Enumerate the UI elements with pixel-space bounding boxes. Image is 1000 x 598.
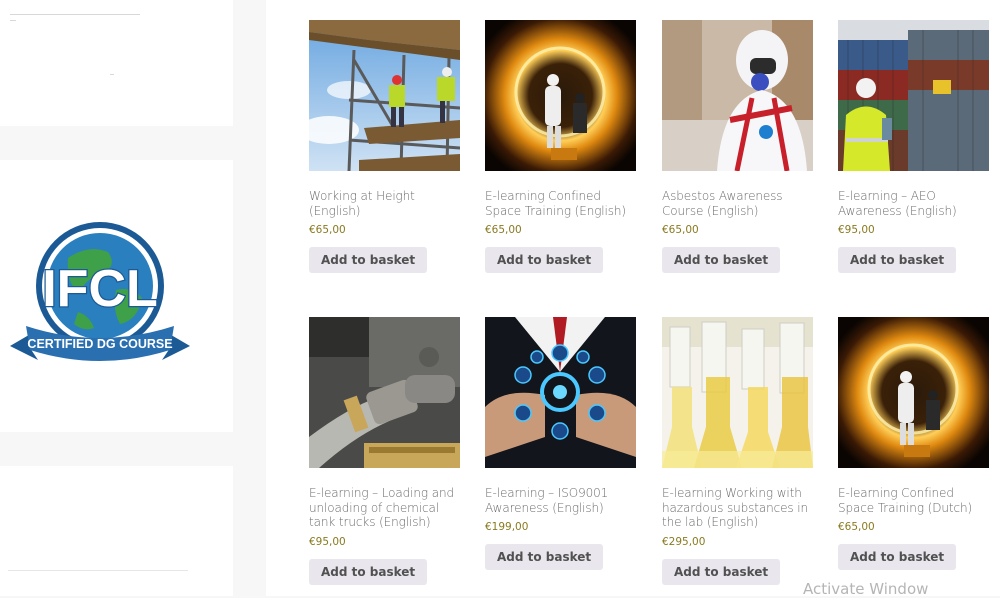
iso-gear-network-photo — [485, 317, 636, 468]
product-card: Working at Height (English) €65,00 Add t… — [309, 20, 460, 273]
product-title[interactable]: E-learning Working with hazardous substa… — [662, 486, 813, 530]
faint-text-line — [8, 570, 188, 571]
product-image-link[interactable] — [662, 317, 813, 468]
sidebar-widget-logo: IFCL CERTIFIED DG COURSE — [0, 160, 233, 432]
product-title[interactable]: E-learning Confined Space Training (Dutc… — [838, 486, 989, 515]
add-to-basket-button[interactable]: Add to basket — [662, 558, 781, 585]
product-title[interactable]: E-learning – ISO9001 Awareness (English) — [485, 486, 636, 515]
product-card: E-learning – AEO Awareness (English) €95… — [838, 20, 989, 273]
container-yard-worker-photo — [838, 20, 989, 171]
product-card: E-learning Confined Space Training (Dutc… — [838, 317, 989, 570]
product-price: €295,00 — [662, 535, 706, 548]
product-image-link[interactable] — [485, 317, 636, 468]
add-to-basket-button[interactable]: Add to basket — [309, 247, 428, 273]
add-to-basket-button[interactable]: Add to basket — [485, 247, 604, 273]
add-to-basket-button[interactable]: Add to basket — [662, 247, 781, 273]
product-card: E-learning Working with hazardous substa… — [662, 317, 813, 585]
product-grid: Working at Height (English) €65,00 Add t… — [266, 0, 1000, 596]
product-image-link[interactable] — [309, 20, 460, 171]
product-card: E-learning – Loading and unloading of ch… — [309, 317, 460, 585]
add-to-basket-button[interactable]: Add to basket — [309, 558, 428, 585]
product-price: €95,00 — [838, 224, 875, 236]
product-image-link[interactable] — [309, 317, 460, 468]
asbestos-suit-worker-photo — [662, 20, 813, 171]
product-image-link[interactable] — [838, 317, 989, 468]
product-card: E-learning – ISO9001 Awareness (English)… — [485, 317, 636, 570]
scaffolding-workers-photo — [309, 20, 460, 171]
product-image-link[interactable] — [838, 20, 989, 171]
add-to-basket-button[interactable]: Add to basket — [838, 247, 957, 273]
product-title[interactable]: Asbestos Awareness Course (English) — [662, 189, 813, 218]
sidebar: IFCL CERTIFIED DG COURSE — [0, 0, 266, 596]
product-price: €65,00 — [838, 521, 875, 533]
ifcl-logo[interactable]: IFCL CERTIFIED DG COURSE — [8, 220, 192, 370]
confined-space-tunnel-photo — [838, 317, 989, 468]
sidebar-widget-bottom — [0, 466, 233, 596]
tank-hose-coupling-photo — [309, 317, 460, 468]
add-to-basket-button[interactable]: Add to basket — [485, 544, 604, 570]
product-title[interactable]: E-learning – Loading and unloading of ch… — [309, 486, 460, 530]
faint-text-line — [10, 14, 140, 15]
product-card: E-learning Confined Space Training (Engl… — [485, 20, 636, 273]
product-image-link[interactable] — [485, 20, 636, 171]
product-price: €65,00 — [662, 224, 699, 236]
confined-space-tunnel-photo — [485, 20, 636, 171]
product-price: €199,00 — [485, 521, 529, 533]
sidebar-widget-top — [0, 0, 233, 126]
product-price: €65,00 — [485, 224, 522, 236]
faint-text-mark — [110, 74, 114, 75]
logo-letters: IFCL — [42, 260, 158, 318]
logo-ribbon-text: CERTIFIED DG COURSE — [27, 337, 172, 351]
product-image-link[interactable] — [662, 20, 813, 171]
faint-text-mark — [10, 20, 16, 21]
product-price: €95,00 — [309, 535, 346, 548]
product-title[interactable]: E-learning – AEO Awareness (English) — [838, 189, 989, 218]
product-title[interactable]: E-learning Confined Space Training (Engl… — [485, 189, 636, 218]
add-to-basket-button[interactable]: Add to basket — [838, 544, 957, 570]
product-price: €65,00 — [309, 224, 346, 236]
lab-flasks-photo — [662, 317, 813, 468]
product-title[interactable]: Working at Height (English) — [309, 189, 460, 218]
activate-windows-watermark: Activate Window — [803, 580, 929, 598]
product-card: Asbestos Awareness Course (English) €65,… — [662, 20, 813, 273]
